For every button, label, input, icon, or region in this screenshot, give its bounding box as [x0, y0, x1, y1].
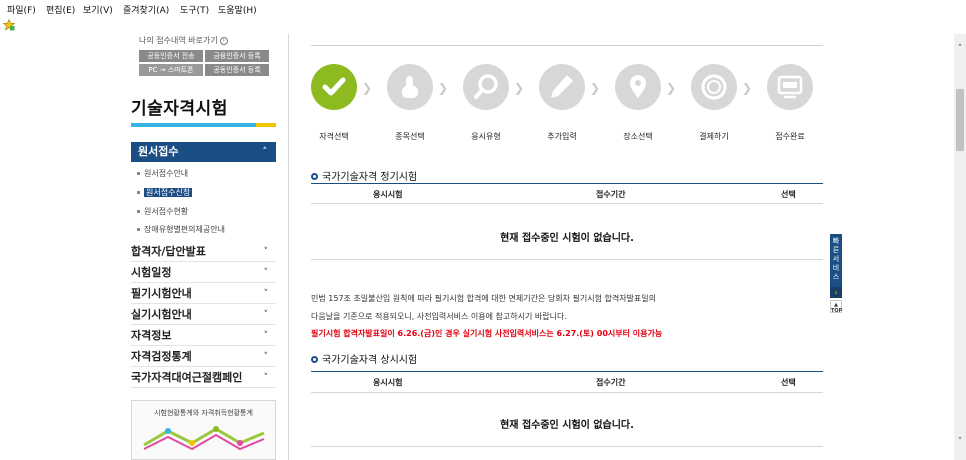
- joint-cert-send-button[interactable]: 공동인증서 전송: [139, 50, 203, 62]
- sub-item-disability-guide[interactable]: 장애유형별편의제공안내: [137, 224, 225, 235]
- pc-to-phone-button[interactable]: PC → 스마트폰: [139, 64, 203, 76]
- section-continuous-title: 국가기술자격 상시시험: [311, 351, 417, 366]
- vertical-scrollbar[interactable]: ˄ ˅: [954, 34, 966, 460]
- step-1-circle: [311, 64, 357, 110]
- table-continuous-top-border: [311, 371, 823, 372]
- sidebar-item-schedule[interactable]: 시험일정 ˅: [131, 263, 276, 283]
- chevron-down-icon: ˅: [263, 373, 269, 383]
- step-3-circle: [463, 64, 509, 110]
- sub-item-application-guide[interactable]: 원서접수안내: [137, 168, 188, 179]
- scroll-thumb[interactable]: [956, 89, 964, 151]
- step-arrow-icon: ❯: [514, 81, 525, 95]
- scroll-top-button[interactable]: ▲ TOP: [830, 300, 842, 314]
- pencil-icon: [551, 75, 573, 98]
- sub-item-application-status[interactable]: 원서접수현황: [137, 206, 188, 217]
- sidebar-title: 기술자격시험: [131, 99, 228, 119]
- sidebar-title-bar: [131, 123, 276, 127]
- step-4-circle: [539, 64, 585, 110]
- chevron-down-icon: ˅: [263, 268, 269, 278]
- step-2-circle: [387, 64, 433, 110]
- step-7-circle: [767, 64, 813, 110]
- coin-icon: [701, 74, 727, 100]
- chevron-right-icon: ›: [219, 36, 228, 45]
- shortcut-box: 나의 접수내역 바로가기 › 공동인증서 전송 금융인증서 등록 PC → 스마트…: [131, 34, 271, 78]
- scroll-down-icon[interactable]: ˅: [954, 436, 966, 448]
- step-arrow-icon: ❯: [742, 81, 753, 95]
- step-label-4: 추가입력: [547, 132, 577, 141]
- finance-cert-register-button[interactable]: 금융인증서 등록: [205, 50, 269, 62]
- notice-line-3: 필기시험 합격자발표일이 6.26.(금)인 경우 실기시험 사전입력서비스는 …: [311, 329, 663, 338]
- sidebar-item-results[interactable]: 합격자/답안발표 ˅: [131, 242, 276, 262]
- menu-tools[interactable]: 도구(T): [180, 3, 209, 16]
- table-regular-header-line: [311, 203, 823, 204]
- table-continuous-header-line: [311, 392, 823, 393]
- sidebar-item-application[interactable]: 원서접수 ˄: [131, 142, 276, 162]
- step-arrow-icon: ❯: [666, 81, 677, 95]
- scroll-up-icon[interactable]: ˄: [954, 43, 966, 55]
- joint-cert-register-button[interactable]: 공동인증서 등록: [205, 64, 269, 76]
- table-continuous-header-period: 접수기간: [596, 378, 626, 387]
- step-label-3: 응시유형: [471, 132, 501, 141]
- sidebar-item-campaign[interactable]: 국가자격대여근절캠페인 ˅: [131, 368, 276, 388]
- section-regular-title: 국가기술자격 정기시험: [311, 168, 417, 183]
- table-regular-top-border: [311, 183, 823, 184]
- ok-monitor-icon: [777, 75, 803, 99]
- stats-graph-icon: [143, 426, 265, 451]
- table-continuous-empty-message: 현재 접수중인 시험이 없습니다.: [500, 420, 634, 431]
- step-label-6: 결제하기: [699, 132, 729, 141]
- step-5-circle: [615, 64, 661, 110]
- table-regular-bottom-line: [311, 259, 823, 260]
- menu-file[interactable]: 파일(F): [7, 3, 36, 16]
- step-label-7: 접수완료: [775, 132, 805, 141]
- stats-banner[interactable]: 시험현황통계와 자격취득현황통계: [131, 400, 276, 460]
- step-label-1: 자격선택: [319, 132, 349, 141]
- pointer-icon: [402, 76, 418, 98]
- sidebar-item-written-exam[interactable]: 필기시험안내 ˅: [131, 284, 276, 304]
- menu-help[interactable]: 도움말(H): [218, 3, 257, 16]
- chevron-down-icon: ˅: [263, 331, 269, 341]
- favorites-bar: [0, 17, 966, 34]
- table-continuous-bottom-line: [311, 446, 823, 447]
- circle-bullet-icon: [311, 172, 318, 180]
- chevron-down-icon: ˅: [263, 247, 269, 257]
- content-top-line: [311, 45, 823, 46]
- notice-line-1: 민법 157조 초일불산입 원칙에 따라 필기시험 합격에 대한 면제기간은 당…: [311, 294, 656, 303]
- notice-line-2: 다음날을 기준으로 적용되오니, 사전입력서비스 이용에 참고하시기 바랍니다.: [311, 312, 567, 321]
- sub-item-application-request[interactable]: 원서접수신청: [137, 187, 193, 198]
- chevron-up-icon: ˄: [262, 147, 268, 157]
- map-pin-icon: [630, 75, 646, 98]
- step-arrow-icon: ❯: [438, 81, 449, 95]
- chevron-left-icon[interactable]: ‹: [830, 287, 842, 298]
- step-label-5: 장소선택: [623, 132, 653, 141]
- sidebar-item-practical-exam[interactable]: 실기시험안내 ˅: [131, 305, 276, 325]
- table-regular-header-exam: 응시시험: [373, 190, 403, 199]
- table-continuous-header-exam: 응시시험: [373, 378, 403, 387]
- table-continuous-header-select: 선택: [781, 378, 796, 387]
- menu-edit[interactable]: 편집(E): [46, 3, 75, 16]
- chevron-down-icon: ˅: [263, 352, 269, 362]
- step-arrow-icon: ❯: [590, 81, 601, 95]
- check-icon: [322, 77, 346, 96]
- magnifier-icon: [474, 74, 498, 99]
- table-regular-header-select: 선택: [781, 190, 796, 199]
- circle-bullet-icon: [311, 355, 318, 363]
- menu-view[interactable]: 보기(V): [83, 3, 113, 16]
- content-divider: [288, 34, 289, 460]
- favorites-star-icon[interactable]: [3, 19, 15, 31]
- step-label-2: 종목선택: [395, 132, 425, 141]
- shortcut-title[interactable]: 나의 접수내역 바로가기 ›: [139, 35, 228, 46]
- step-arrow-icon: ❯: [362, 81, 373, 95]
- table-regular-empty-message: 현재 접수중인 시험이 없습니다.: [500, 233, 634, 244]
- menu-favorites[interactable]: 즐겨찾기(A): [123, 3, 169, 16]
- sidebar-item-qualification-info[interactable]: 자격정보 ˅: [131, 326, 276, 346]
- step-6-circle: [691, 64, 737, 110]
- sidebar-item-statistics[interactable]: 자격검정통계 ˅: [131, 347, 276, 367]
- stats-banner-title: 시험현황통계와 자격취득현황통계: [154, 409, 253, 417]
- menu-bar: 파일(F) 편집(E) 보기(V) 즐겨찾기(A) 도구(T) 도움말(H): [0, 0, 966, 17]
- page-content: 나의 접수내역 바로가기 › 공동인증서 전송 금융인증서 등록 PC → 스마트…: [0, 34, 954, 460]
- table-regular-header-period: 접수기간: [596, 190, 626, 199]
- chevron-down-icon: ˅: [263, 289, 269, 299]
- chevron-down-icon: ˅: [263, 310, 269, 320]
